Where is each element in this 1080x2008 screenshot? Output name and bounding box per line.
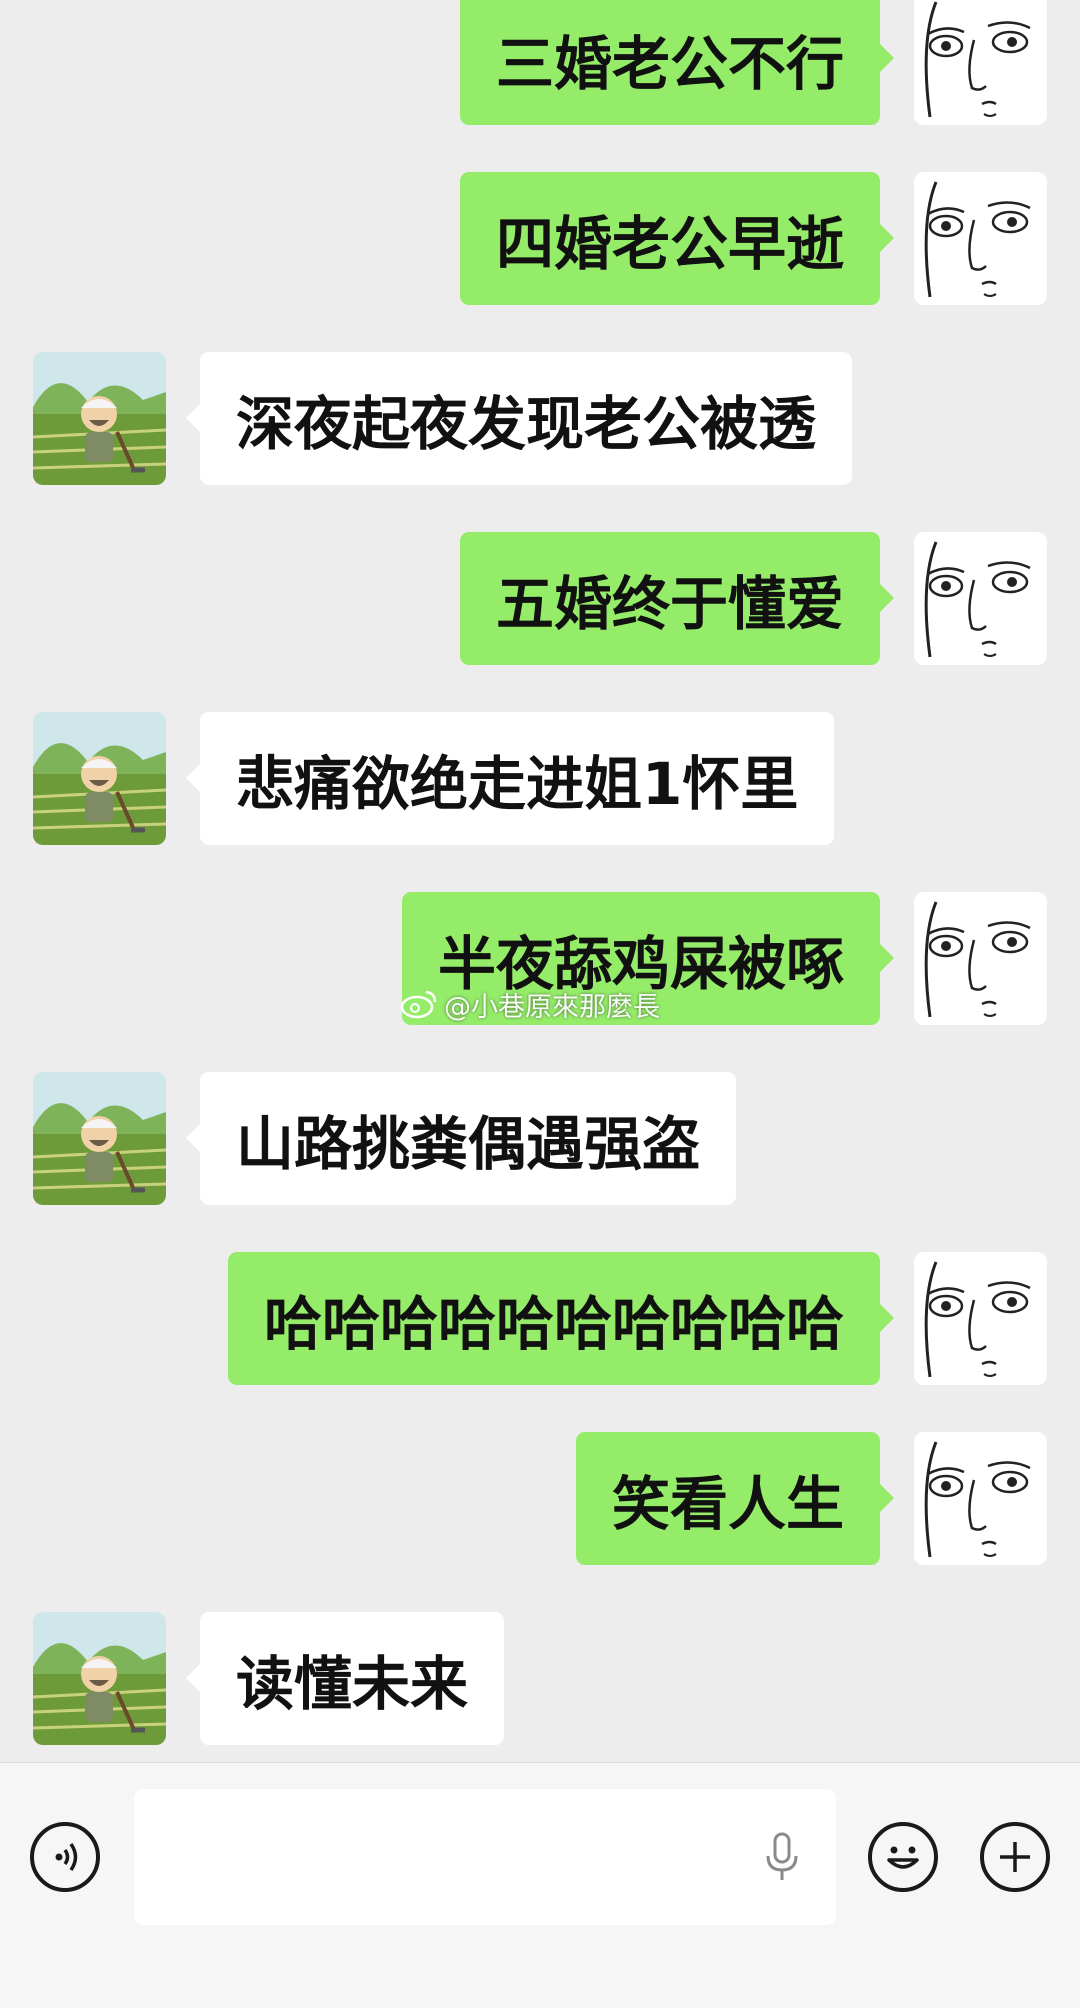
farmer-avatar-icon xyxy=(33,352,166,485)
farmer-avatar-icon xyxy=(33,1612,166,1745)
watermark: @小巷原來那麼長 xyxy=(400,984,660,1024)
avatar-sent[interactable] xyxy=(914,0,1047,125)
weibo-icon xyxy=(400,990,437,1019)
message-bubble[interactable]: 笑看人生 xyxy=(575,1432,895,1565)
face-avatar-icon xyxy=(914,892,1047,1025)
message-bubble[interactable]: 三婚老公不行 xyxy=(459,0,895,125)
more-button[interactable] xyxy=(980,1822,1050,1892)
face-avatar-icon xyxy=(914,172,1047,305)
message-bubble[interactable]: 山路挑粪偶遇强盗 xyxy=(185,1072,737,1205)
message-bubble[interactable]: 悲痛欲绝走进姐1怀里 xyxy=(185,712,835,845)
face-avatar-icon xyxy=(914,0,1047,125)
avatar-sent[interactable] xyxy=(914,532,1047,665)
message-sent: 哈哈哈哈哈哈哈哈哈哈 xyxy=(0,1252,1080,1385)
avatar-received[interactable] xyxy=(33,1072,166,1205)
plus-icon xyxy=(1000,1842,1030,1872)
watermark-text: @小巷原來那麼長 xyxy=(444,991,660,1023)
message-received: 山路挑粪偶遇强盗 xyxy=(0,1072,1080,1205)
message-bubble[interactable]: 读懂未来 xyxy=(185,1612,505,1745)
message-bubble[interactable]: 四婚老公早逝 xyxy=(459,172,895,305)
avatar-received[interactable] xyxy=(33,1612,166,1745)
input-bar xyxy=(0,1762,1080,2008)
voice-mode-button[interactable] xyxy=(30,1822,100,1892)
face-avatar-icon xyxy=(914,1252,1047,1385)
message-received: 读懂未来 xyxy=(0,1612,1080,1745)
message-bubble[interactable]: 五婚终于懂爱 xyxy=(459,532,895,665)
message-received: 悲痛欲绝走进姐1怀里 xyxy=(0,712,1080,845)
farmer-avatar-icon xyxy=(33,1072,166,1205)
message-sent: 笑看人生 xyxy=(0,1432,1080,1565)
message-sent: 三婚老公不行 xyxy=(0,0,1080,125)
avatar-received[interactable] xyxy=(33,712,166,845)
avatar-sent[interactable] xyxy=(914,892,1047,1025)
message-input[interactable] xyxy=(134,1789,836,1925)
emoji-icon xyxy=(887,1846,919,1869)
voice-mode-icon xyxy=(55,1843,78,1871)
microphone-icon[interactable] xyxy=(760,1830,804,1884)
avatar-sent[interactable] xyxy=(914,1252,1047,1385)
avatar-sent[interactable] xyxy=(914,172,1047,305)
face-avatar-icon xyxy=(914,532,1047,665)
message-sent: 五婚终于懂爱 xyxy=(0,532,1080,665)
message-sent: 四婚老公早逝 xyxy=(0,172,1080,305)
message-received: 深夜起夜发现老公被透 xyxy=(0,352,1080,485)
message-bubble[interactable]: 哈哈哈哈哈哈哈哈哈哈 xyxy=(227,1252,895,1385)
message-bubble[interactable]: 深夜起夜发现老公被透 xyxy=(185,352,853,485)
emoji-button[interactable] xyxy=(868,1822,938,1892)
face-avatar-icon xyxy=(914,1432,1047,1565)
avatar-sent[interactable] xyxy=(914,1432,1047,1565)
chat-area: 三婚老公不行 四婚老公早逝 深夜起夜发现老公被透 五婚终于懂爱 悲痛欲绝走进姐1… xyxy=(0,0,1080,1762)
avatar-received[interactable] xyxy=(33,352,166,485)
farmer-avatar-icon xyxy=(33,712,166,845)
